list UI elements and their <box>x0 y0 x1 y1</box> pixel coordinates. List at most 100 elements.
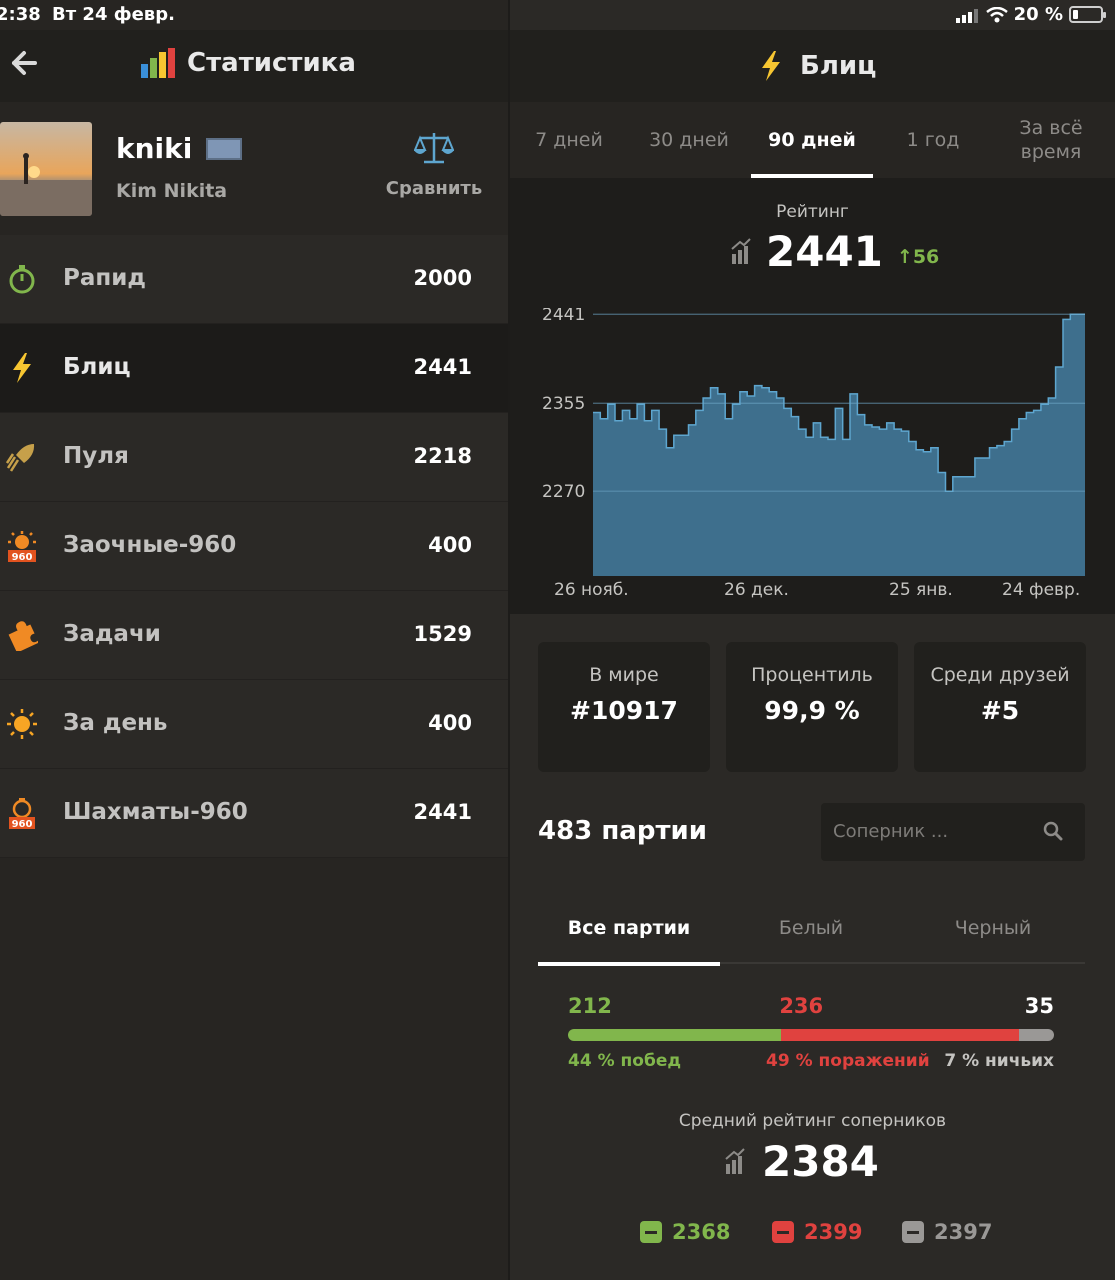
wins-count: 212 <box>568 994 612 1018</box>
mode-rating: 2441 <box>413 355 472 379</box>
sun-icon <box>7 709 37 739</box>
avg-opp-draws: 2397 <box>902 1220 992 1244</box>
mode-row-blitz[interactable]: Блиц 2441 <box>0 324 508 413</box>
card-value: 99,9 % <box>764 696 860 725</box>
x-tick-label: 24 февр. <box>1002 580 1081 600</box>
mode-rating: 2441 <box>413 800 472 824</box>
daily-960-icon: 960 <box>8 531 36 562</box>
rating-value: 2441 <box>766 227 883 276</box>
back-arrow-icon[interactable] <box>8 48 38 78</box>
x-tick-label: 25 янв. <box>889 580 953 600</box>
game-modes-list: Рапид 2000 Блиц 2441 Пуля 2218 960 Заочн… <box>0 235 508 858</box>
status-bar: 2:38 Вт 24 февр. 20 % <box>0 0 1115 30</box>
card-value: #10917 <box>570 696 678 725</box>
mode-row-daily[interactable]: За день 400 <box>0 680 508 769</box>
battery-percent: 20 % <box>1013 4 1063 25</box>
right-header: Блиц <box>510 30 1115 102</box>
avatar[interactable] <box>0 122 92 216</box>
tab-1-year[interactable]: 1 год <box>873 102 993 178</box>
period-tabs: 7 дней 30 дней 90 дней 1 год За всё врем… <box>510 102 1115 178</box>
wifi-icon <box>985 6 1008 22</box>
tab-black[interactable]: Черный <box>902 892 1084 964</box>
avg-opp-wins-value: 2368 <box>672 1220 731 1244</box>
mode-rating: 400 <box>428 533 472 557</box>
real-name: Kim Nikita <box>116 180 228 202</box>
svg-text:960: 960 <box>12 819 33 829</box>
tab-all-time[interactable]: За всё время <box>993 102 1109 178</box>
card-label: В мире <box>589 664 659 686</box>
draws-bar-segment <box>1018 1029 1054 1041</box>
tab-all-games[interactable]: Все партии <box>538 892 720 966</box>
lightning-icon <box>762 51 780 81</box>
losses-count: 236 <box>779 994 824 1018</box>
left-panel: Статистика kniki Kim Nikita Сравнить Рап… <box>0 0 508 1280</box>
card-label: Среди друзей <box>930 664 1070 686</box>
draws-count: 35 <box>1024 994 1054 1018</box>
mode-row-daily-960[interactable]: 960 Заочные-960 400 <box>0 502 508 591</box>
wins-bar-segment <box>568 1029 782 1041</box>
rating-summary: 2441 ↑56 <box>730 228 939 276</box>
username: kniki <box>116 132 243 165</box>
page-title: Статистика <box>141 48 356 78</box>
status-indicators: 20 % <box>955 4 1106 25</box>
mode-row-chess960[interactable]: 960 Шахматы-960 2441 <box>0 769 508 858</box>
equals-box-icon <box>902 1221 924 1243</box>
username-text: kniki <box>116 132 193 165</box>
chart-x-axis: 26 нояб. 26 дек. 25 янв. 24 февр. <box>510 580 1115 604</box>
avg-opponent-summary: 2384 <box>724 1138 879 1186</box>
avg-opp-draws-value: 2397 <box>934 1220 993 1244</box>
lightning-icon <box>13 353 31 383</box>
mode-name: Рапид <box>63 265 146 291</box>
opponent-search-input[interactable]: Соперник ... <box>821 803 1085 861</box>
mode-rating: 1529 <box>413 622 472 646</box>
card-percentile[interactable]: Процентиль 99,9 % <box>726 642 898 772</box>
card-friends-rank[interactable]: Среди друзей #5 <box>914 642 1086 772</box>
avg-opp-losses: 2399 <box>772 1220 862 1244</box>
rating-delta-value: 56 <box>912 246 940 268</box>
mode-name: Задачи <box>63 621 161 647</box>
games-count: 483 партии <box>538 816 707 846</box>
bar-chart-icon <box>141 48 175 78</box>
compare-button[interactable]: Сравнить <box>384 130 484 199</box>
losses-bar-segment <box>781 1029 1019 1041</box>
mode-name: Шахматы-960 <box>63 799 248 825</box>
mode-row-puzzles[interactable]: Задачи 1529 <box>0 591 508 680</box>
y-tick-label: 2355 <box>542 394 585 414</box>
color-tabs: Все партии Белый Черный <box>538 892 1085 966</box>
arrow-up-icon: ↑ <box>896 246 913 268</box>
search-placeholder: Соперник ... <box>833 821 949 842</box>
page-title-text: Статистика <box>187 48 356 78</box>
mode-row-rapid[interactable]: Рапид 2000 <box>0 235 508 324</box>
rating-label: Рейтинг <box>776 202 849 222</box>
left-empty-area <box>0 860 508 1280</box>
compare-label: Сравнить <box>385 178 483 199</box>
svg-text:960: 960 <box>12 552 33 562</box>
minus-box-icon <box>772 1221 794 1243</box>
mode-name: Блиц <box>63 354 131 380</box>
results-bar <box>568 1029 1054 1041</box>
x-tick-label: 26 дек. <box>724 580 789 600</box>
search-icon[interactable] <box>1043 821 1063 841</box>
tab-30-days[interactable]: 30 дней <box>628 102 750 178</box>
mode-rating: 400 <box>428 711 472 735</box>
mode-rating: 2000 <box>413 266 472 290</box>
card-global-rank[interactable]: В мире #10917 <box>538 642 710 772</box>
ranking-cards: В мире #10917 Процентиль 99,9 % Среди др… <box>538 642 1087 774</box>
mode-name: Пуля <box>63 443 129 469</box>
country-flag-icon <box>206 137 243 160</box>
tab-7-days[interactable]: 7 дней <box>510 102 628 178</box>
mode-row-bullet[interactable]: Пуля 2218 <box>0 413 508 502</box>
tab-white[interactable]: Белый <box>720 892 902 964</box>
avg-opponent-value: 2384 <box>762 1137 879 1186</box>
left-header: Статистика <box>0 30 508 102</box>
tab-90-days[interactable]: 90 дней <box>751 102 873 178</box>
x-tick-label: 26 нояб. <box>554 580 629 600</box>
rating-trend-icon <box>731 238 751 264</box>
avg-opp-wins: 2368 <box>640 1220 730 1244</box>
opponent-rating-by-result: 2368 2399 2397 <box>640 1220 1040 1254</box>
y-tick-label: 2270 <box>542 482 585 502</box>
rating-chart[interactable]: 2441 2355 2270 <box>510 308 1115 580</box>
mode-name: Заочные-960 <box>63 532 237 558</box>
right-panel: Блиц 7 дней 30 дней 90 дней 1 год За всё… <box>510 0 1115 1280</box>
avg-opp-losses-value: 2399 <box>804 1220 863 1244</box>
